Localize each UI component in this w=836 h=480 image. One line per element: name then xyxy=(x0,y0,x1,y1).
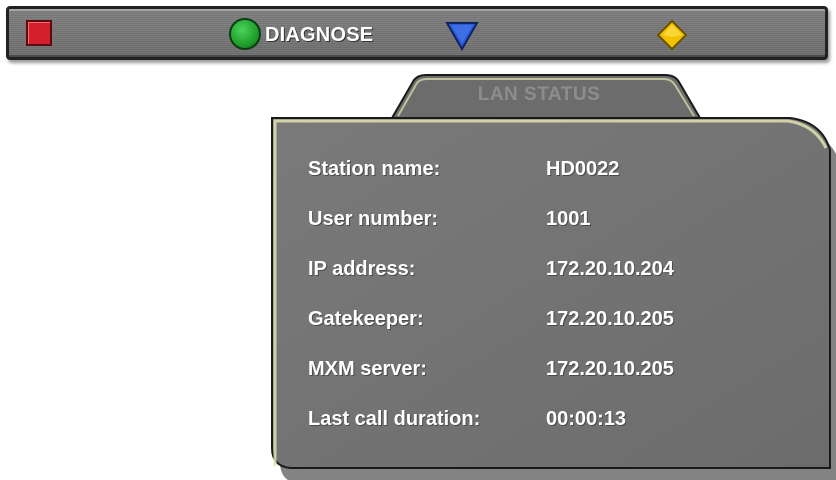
row-label: Station name: xyxy=(308,158,441,180)
row-value: 172.20.10.205 xyxy=(546,358,674,380)
row-value: HD0022 xyxy=(546,158,620,180)
row-label: Gatekeeper: xyxy=(308,308,424,330)
row-label: IP address: xyxy=(308,258,416,280)
row-label: User number: xyxy=(308,208,439,230)
row-label: Last call duration: xyxy=(308,408,481,430)
row-label: MXM server: xyxy=(308,358,427,380)
tab-lan-status[interactable]: LAN STATUS xyxy=(408,84,670,106)
screen: DIAGNOSE LAN STATUS Station name: HD0022… xyxy=(0,0,836,480)
row-value: 172.20.10.204 xyxy=(546,258,674,280)
row-value: 1001 xyxy=(546,208,591,230)
row-value: 00:00:13 xyxy=(546,408,627,430)
row-value: 172.20.10.205 xyxy=(546,308,674,330)
